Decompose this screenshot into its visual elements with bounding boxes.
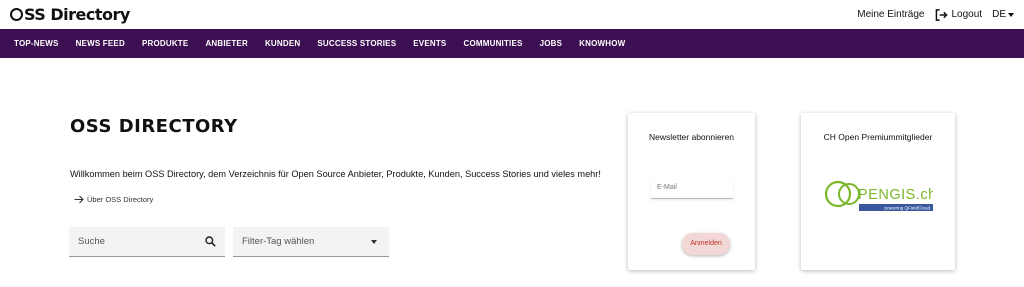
- about-link[interactable]: Über OSS Directory: [74, 195, 153, 204]
- language-selector[interactable]: DE: [992, 9, 1014, 20]
- newsletter-title: Newsletter abonnieren: [648, 132, 735, 142]
- logo-o-mark: [10, 8, 23, 21]
- nav-item-kunden[interactable]: KUNDEN: [265, 39, 300, 48]
- my-entries-link[interactable]: Meine Einträge: [857, 9, 924, 20]
- nav-item-knowhow[interactable]: KNOWHOW: [579, 39, 625, 48]
- premium-members-title: CH Open Premiummitglieder: [823, 132, 933, 142]
- opengis-logo-image: PENGIS.ch powering QFieldCloud: [824, 180, 936, 211]
- nav-item-events[interactable]: EVENTS: [413, 39, 446, 48]
- search-placeholder: Suche: [78, 236, 105, 247]
- nav-item-success-stories[interactable]: SUCCESS STORIES: [317, 39, 396, 48]
- top-right-menu: Meine Einträge Logout DE: [847, 8, 1014, 21]
- opengis-logo-tagline: powering QFieldCloud: [885, 206, 931, 211]
- dropdown-arrow-icon: [371, 239, 377, 244]
- subscribe-button[interactable]: Anmelden: [682, 233, 730, 255]
- nav-item-top-news[interactable]: TOP-NEWS: [14, 39, 59, 48]
- nav-item-anbieter[interactable]: ANBIETER: [205, 39, 248, 48]
- search-input[interactable]: Suche: [69, 227, 225, 257]
- opengis-logo-wordmark: PENGIS.ch: [858, 187, 933, 203]
- intro-text: Willkommen beim OSS Directory, dem Verze…: [70, 169, 601, 179]
- logo-text: SS Directory: [24, 5, 130, 24]
- filter-placeholder: Filter-Tag wählen: [242, 236, 315, 247]
- logout-icon: [935, 8, 948, 21]
- search-icon[interactable]: [205, 236, 216, 247]
- opengis-logo[interactable]: PENGIS.ch powering QFieldCloud: [824, 180, 936, 214]
- logout-link[interactable]: Logout: [935, 8, 983, 21]
- main-nav: TOP-NEWS NEWS FEED PRODUKTE ANBIETER KUN…: [0, 29, 1024, 58]
- nav-item-jobs[interactable]: JOBS: [540, 39, 563, 48]
- email-field[interactable]: E-Mail: [651, 177, 733, 199]
- nav-item-produkte[interactable]: PRODUKTE: [142, 39, 189, 48]
- premium-members-card: CH Open Premiummitglieder PENGIS.ch powe…: [801, 113, 955, 270]
- logout-label: Logout: [951, 9, 983, 20]
- nav-item-communities[interactable]: COMMUNITIES: [463, 39, 522, 48]
- email-placeholder: E-Mail: [657, 184, 677, 191]
- filter-tag-select[interactable]: Filter-Tag wählen: [233, 227, 389, 257]
- language-label: DE: [992, 9, 1006, 20]
- chevron-down-icon: [1008, 12, 1014, 17]
- top-bar: SS Directory Meine Einträge Logout DE: [0, 0, 1024, 29]
- nav-item-news-feed[interactable]: NEWS FEED: [76, 39, 125, 48]
- newsletter-card: Newsletter abonnieren E-Mail Anmelden: [628, 113, 755, 270]
- arrow-right-icon: [74, 195, 84, 204]
- about-link-label: Über OSS Directory: [87, 195, 154, 204]
- site-logo[interactable]: SS Directory: [10, 5, 130, 24]
- page-title: OSS DIRECTORY: [70, 116, 238, 137]
